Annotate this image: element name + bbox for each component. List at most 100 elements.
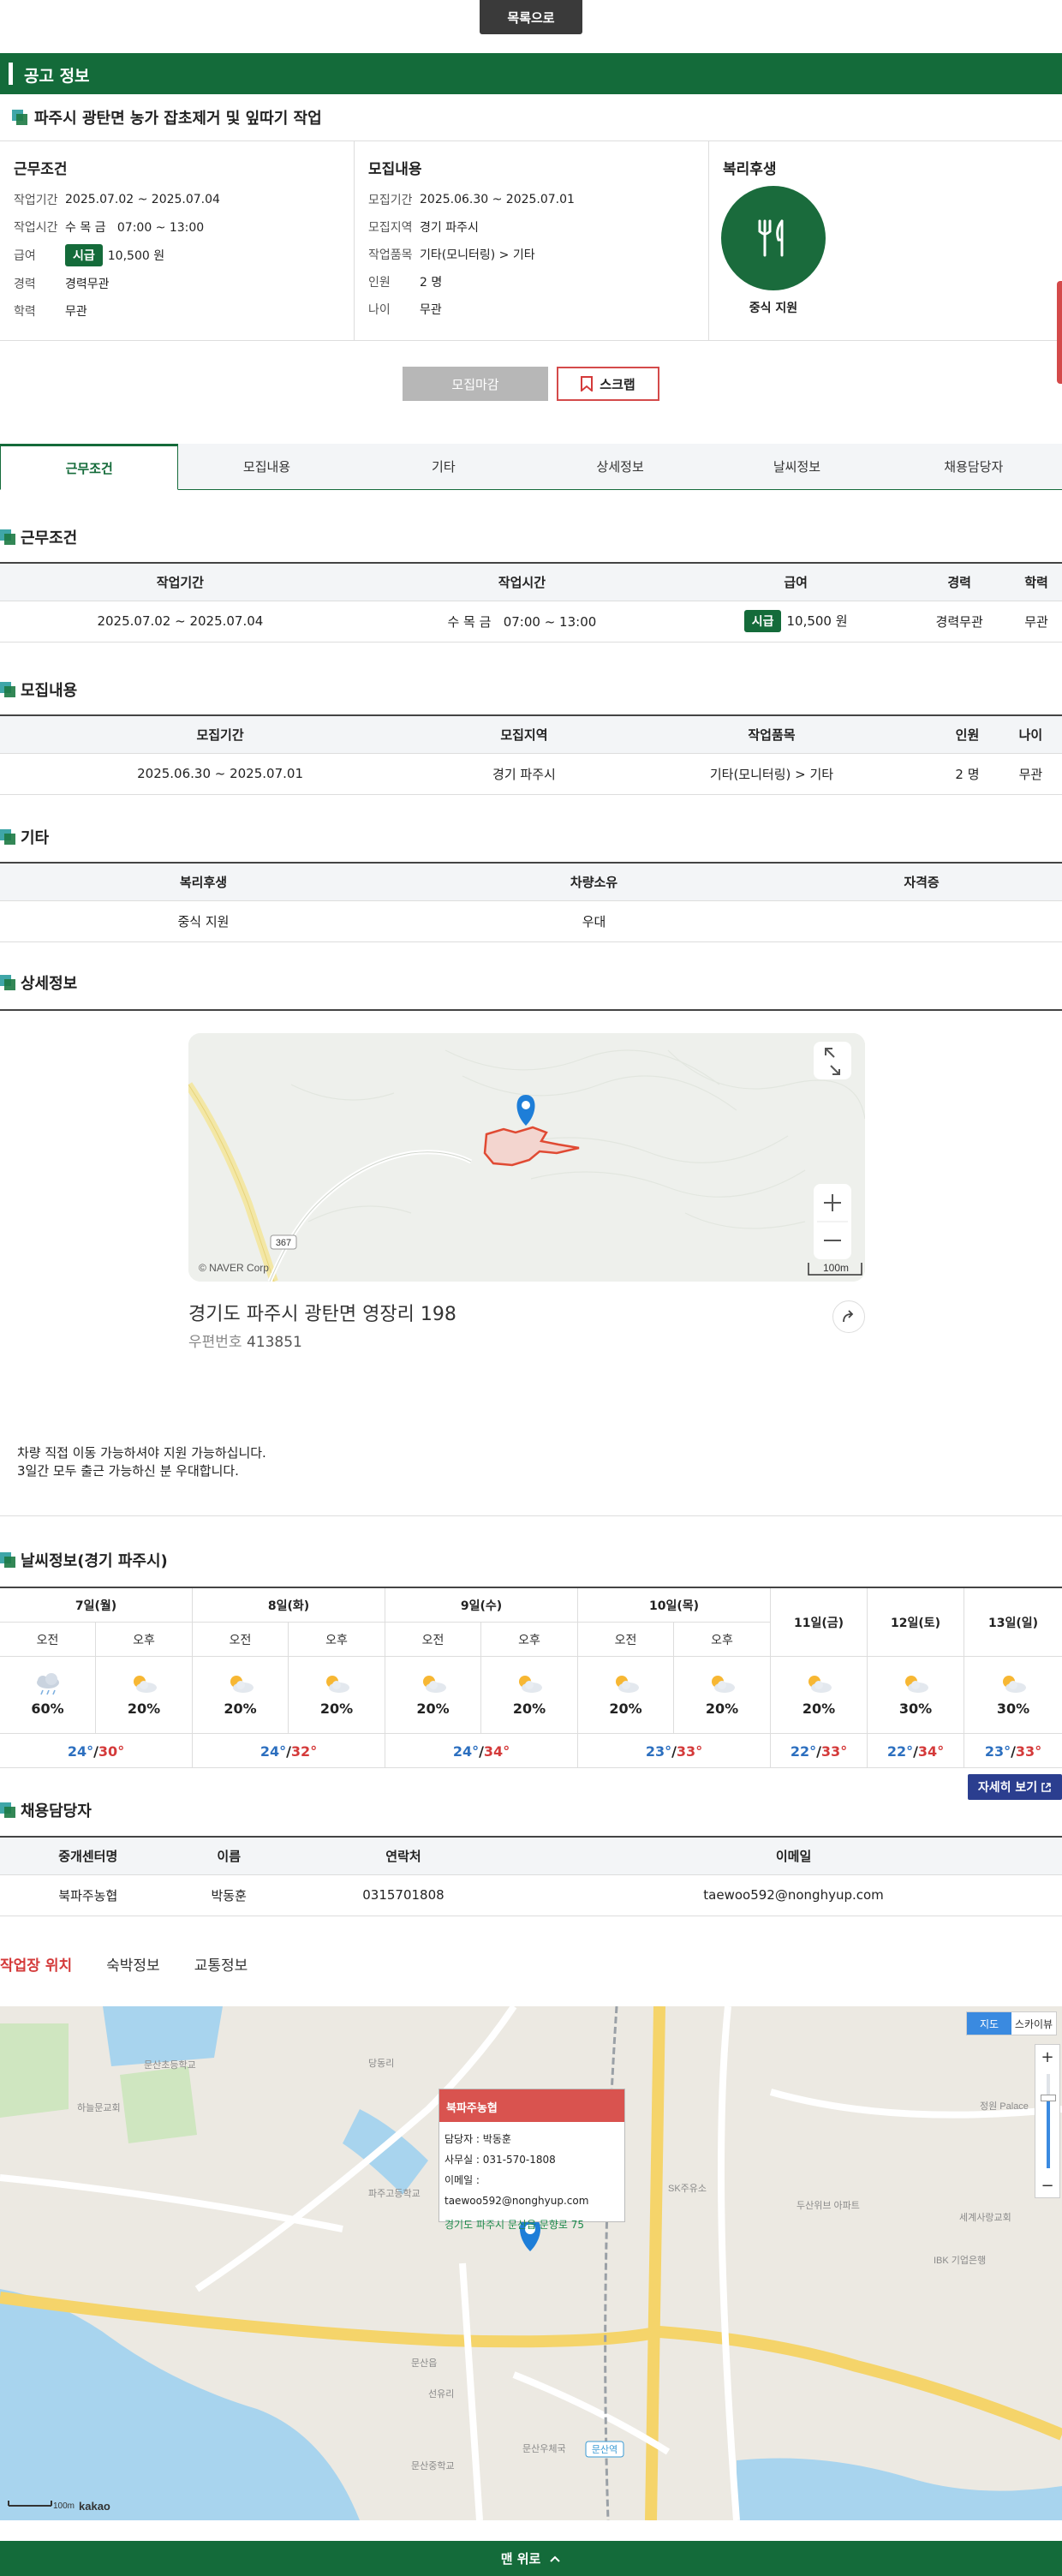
sun-cloud-icon <box>905 1676 928 1693</box>
rain-probability: 20% <box>802 1700 836 1717</box>
table-header: 이메일 <box>525 1836 1062 1875</box>
temperature-range: 24°/34° <box>385 1734 578 1768</box>
summary-recruit-heading: 모집내용 <box>368 161 422 178</box>
page-title: 공고 정보 <box>24 67 90 86</box>
zoom-handle[interactable] <box>1041 2095 1056 2101</box>
svg-text:문산우체국: 문산우체국 <box>522 2443 566 2454</box>
svg-text:세계사랑교회: 세계사랑교회 <box>959 2212 1011 2223</box>
zipcode-text: 우편번호 413851 <box>188 1334 302 1351</box>
svg-text:파주고등학교: 파주고등학교 <box>368 2188 421 2199</box>
weather-pm-label: 오후 <box>481 1623 578 1657</box>
summary-row: 작업기간 2025.07.02 ~ 2025.07.04 <box>14 193 220 207</box>
popup-office: 사무실 : 031-570-1808 <box>444 2154 556 2166</box>
table-header: 모집지역 <box>440 714 608 754</box>
weather-cell: 20% <box>674 1657 771 1734</box>
popup-manager: 담당자 : 박동훈 <box>444 2133 511 2145</box>
map-terrain: 367 © NAVER Corp 100m <box>188 1033 865 1282</box>
welfare-item: 중식 지원 <box>749 302 798 315</box>
pay-badge: 시급 <box>743 610 782 632</box>
weather-more-button[interactable]: 자세히 보기 <box>968 1774 1062 1800</box>
max-temp: 33° <box>676 1742 703 1760</box>
section-square-icon <box>0 1802 15 1818</box>
table-header: 복리후생 <box>0 862 407 901</box>
zoom-out-button[interactable]: − <box>1035 2173 1059 2197</box>
kakao-map[interactable]: 문산초등학교 하늘문교회 파주고등학교 SK주유소 세계사랑교회 문산읍 선유리… <box>0 2006 1062 2520</box>
pay-badge: 시급 <box>65 244 103 266</box>
fork-knife-icon <box>758 219 784 257</box>
summary-row: 작업품목 기타(모니터링) > 기타 <box>368 248 535 262</box>
section-square-icon <box>0 975 15 990</box>
share-button[interactable] <box>832 1300 865 1333</box>
summary-recruit: 모집내용 모집기간 2025.06.30 ~ 2025.07.01 모집지역 경기 … <box>355 141 709 340</box>
tab-work[interactable]: 근무조건 <box>0 444 179 490</box>
summary-work-heading: 근무조건 <box>14 161 68 178</box>
weather-cell: 20% <box>289 1657 385 1734</box>
tab-workplace-location[interactable]: 작업장 위치 <box>0 1953 72 1975</box>
scrap-button[interactable]: 스크랩 <box>557 367 659 401</box>
summary-row: 급여 시급 10,500 원 <box>14 244 164 266</box>
tab-recruit[interactable]: 모집내용 <box>178 444 355 489</box>
rain-probability: 20% <box>512 1700 546 1717</box>
share-arrow-icon <box>843 1310 854 1323</box>
summary-row: 작업시간 수 목 금 07:00 ~ 13:00 <box>14 221 205 235</box>
section-square-icon <box>0 682 15 697</box>
temperature-range: 24°/32° <box>193 1734 385 1768</box>
temperature-range: 22°/34° <box>868 1734 964 1768</box>
scroll-top-button[interactable]: 맨 위로 <box>0 2541 1062 2576</box>
weather-cell: 20% <box>481 1657 578 1734</box>
summary-row: 학력 무관 <box>14 305 87 319</box>
etc-section-title: 기타 <box>0 826 49 848</box>
closed-button[interactable]: 모집마감 <box>403 367 548 401</box>
map-zoom-control: + − <box>1035 2044 1060 2198</box>
tab-weather[interactable]: 날씨정보 <box>708 444 885 489</box>
max-temp: 30° <box>98 1742 125 1760</box>
temperature-range: 23°/33° <box>578 1734 771 1768</box>
tab-detail[interactable]: 상세정보 <box>532 444 708 489</box>
max-temp: 33° <box>1015 1742 1042 1760</box>
svg-text:하늘문교회: 하늘문교회 <box>77 2101 121 2113</box>
location-tabs: 작업장 위치 숙박정보 교통정보 <box>0 1953 248 1975</box>
min-temp: 23° <box>984 1742 1011 1760</box>
weather-cell: 20% <box>385 1657 481 1734</box>
table-header: 작업품목 <box>607 714 936 754</box>
zoom-in-button[interactable]: + <box>1035 2045 1059 2069</box>
tab-etc[interactable]: 기타 <box>355 444 532 489</box>
weather-day: 10일(목) <box>578 1588 771 1623</box>
weather-cell: 20% <box>96 1657 193 1734</box>
weather-am-label: 오전 <box>193 1623 289 1657</box>
map-scale: 100m <box>823 1262 849 1274</box>
weather-am-label: 오전 <box>578 1623 674 1657</box>
list-button[interactable]: 목록으로 <box>480 0 582 34</box>
table-row: 북파주농협 박동훈 0315701808 taewoo592@nonghyup.… <box>0 1874 1062 1916</box>
section-square-icon <box>0 829 15 845</box>
svg-text:문산초등학교: 문산초등학교 <box>144 2059 196 2071</box>
job-title: 파주시 광탄면 농가 잡초제거 및 잎따기 작업 <box>12 106 322 129</box>
rain-probability: 30% <box>996 1700 1030 1717</box>
svg-text:정원 Palace: 정원 Palace <box>980 2101 1029 2112</box>
table-header: 중개센터명 <box>0 1836 176 1875</box>
min-temp: 23° <box>645 1742 672 1760</box>
section-square-icon <box>12 110 27 125</box>
min-temp: 22° <box>790 1742 817 1760</box>
weather-day: 12일(토) <box>868 1588 964 1657</box>
detail-box: 367 © NAVER Corp 100m 경기도 파주시 광탄면 영장리 19… <box>0 1009 1062 1516</box>
map-info-popup: 북파주농협 담당자 : 박동훈 사무실 : 031-570-1808 이메일 :… <box>439 2089 625 2231</box>
svg-text:문산중학교: 문산중학교 <box>411 2460 455 2471</box>
weather-cell: 30% <box>964 1657 1062 1734</box>
header-accent <box>9 63 13 85</box>
view-map-button[interactable]: 지도 <box>967 2012 1011 2035</box>
contact-section-title: 채용담당자 <box>0 1799 92 1821</box>
naver-map[interactable]: 367 © NAVER Corp 100m <box>188 1033 865 1282</box>
chevron-up-icon <box>550 2555 561 2562</box>
table-header: 자격증 <box>781 862 1062 901</box>
view-sky-button[interactable]: 스카이뷰 <box>1011 2012 1056 2035</box>
table-header: 학력 <box>1011 562 1062 601</box>
sun-cloud-icon <box>712 1676 735 1693</box>
tab-lodging[interactable]: 숙박정보 <box>106 1953 160 1975</box>
svg-text:두산위브 아파트: 두산위브 아파트 <box>796 2200 860 2211</box>
max-temp: 32° <box>290 1742 318 1760</box>
summary-work: 근무조건 작업기간 2025.07.02 ~ 2025.07.04 작업시간 수 목… <box>0 141 355 340</box>
side-floating-tab[interactable] <box>1057 281 1062 384</box>
tab-contact[interactable]: 채용담당자 <box>886 444 1062 489</box>
tab-transport[interactable]: 교통정보 <box>194 1953 248 1975</box>
